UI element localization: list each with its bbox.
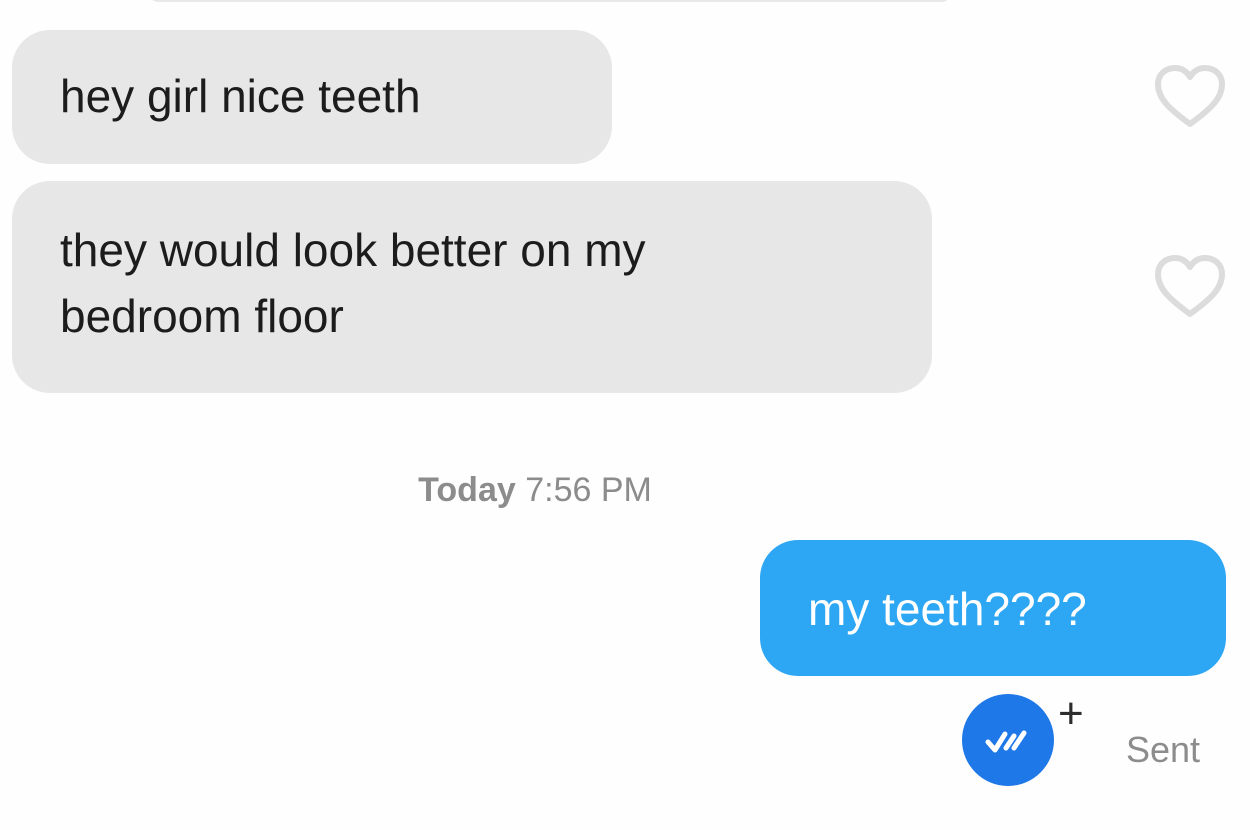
message-text-line: bedroom floor bbox=[60, 290, 344, 342]
outgoing-message-bubble[interactable]: my teeth???? bbox=[760, 540, 1226, 676]
timestamp-time: 7:56 PM bbox=[525, 471, 652, 509]
timestamp-day: Today bbox=[418, 471, 516, 509]
read-receipt-avatar[interactable] bbox=[962, 694, 1054, 786]
previous-message-fragment bbox=[150, 0, 950, 2]
delivery-status-label: Sent bbox=[1126, 729, 1201, 770]
heart-outline-icon[interactable] bbox=[1154, 64, 1226, 130]
message-text: hey girl nice teeth bbox=[60, 70, 421, 122]
add-reaction-plus-icon[interactable]: + bbox=[1058, 692, 1084, 736]
incoming-message-bubble[interactable]: they would look better on my bedroom flo… bbox=[12, 181, 932, 393]
message-text-line: they would look better on my bbox=[60, 224, 646, 276]
message-text: my teeth???? bbox=[808, 583, 1087, 635]
heart-outline-icon[interactable] bbox=[1154, 254, 1226, 320]
incoming-message-bubble[interactable]: hey girl nice teeth bbox=[12, 30, 612, 164]
double-check-icon bbox=[985, 730, 1027, 753]
message-timestamp: Today 7:56 PM bbox=[0, 468, 1070, 512]
